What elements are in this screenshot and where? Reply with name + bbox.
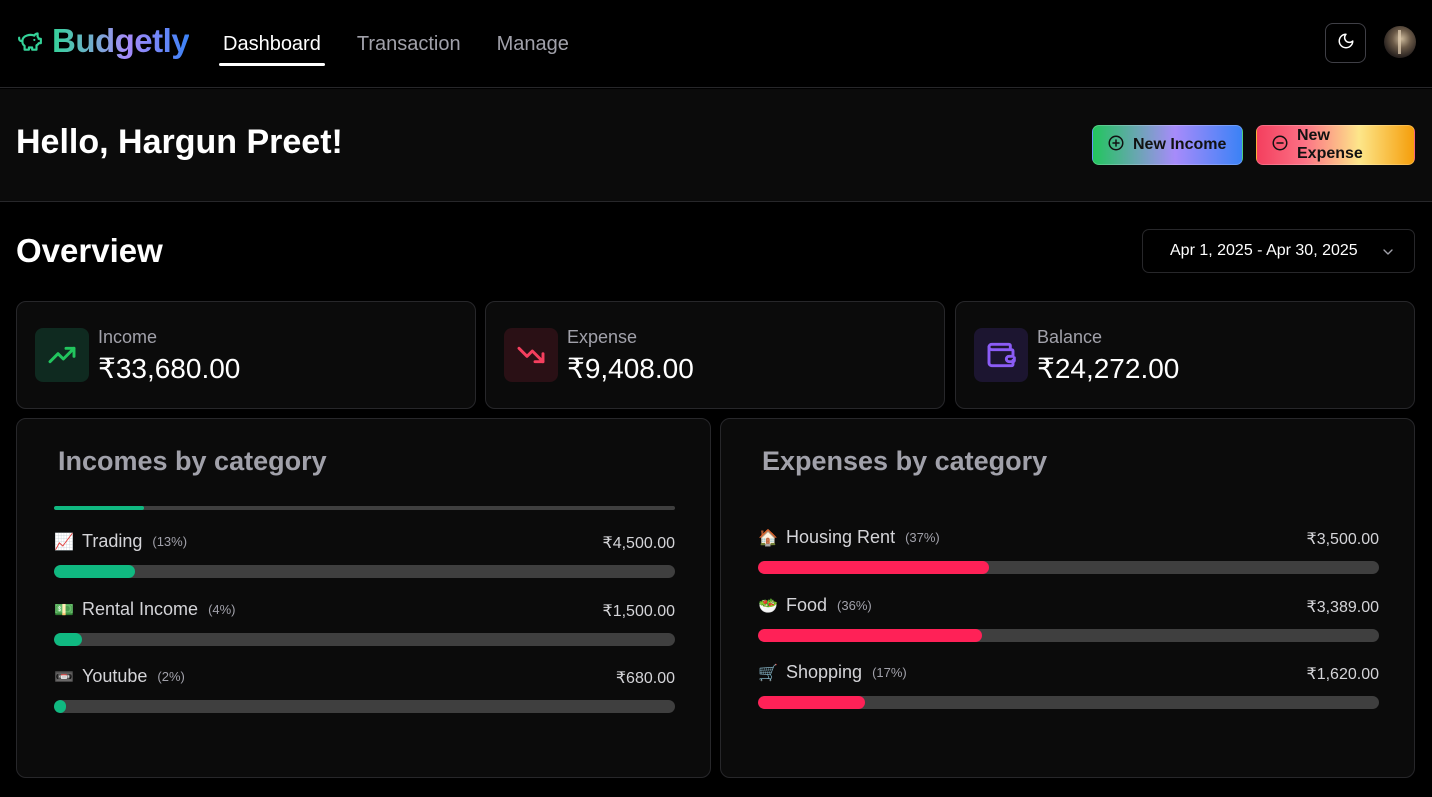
tab-transaction[interactable]: Transaction	[353, 0, 465, 88]
income-category-row: 💵 Rental Income (4%) ₹1,500.00	[54, 599, 675, 649]
category-amount: ₹1,620.00	[1306, 666, 1379, 683]
progress-track	[758, 696, 1379, 709]
avatar[interactable]	[1384, 26, 1416, 58]
balance-stat-label: Balance	[1037, 327, 1103, 347]
income-category-row: 📈 Trading (13%) ₹4,500.00	[54, 531, 675, 581]
category-amount: ₹3,389.00	[1306, 599, 1379, 616]
category-name: Youtube	[82, 666, 148, 686]
category-amount: ₹680.00	[615, 670, 675, 687]
progress-track	[758, 629, 1379, 642]
category-name: Housing Rent	[786, 527, 896, 547]
income-stat-card: Income ₹33,680.00	[16, 301, 476, 409]
tab-manage[interactable]: Manage	[493, 0, 573, 88]
income-category-row: 📼 Youtube (2%) ₹680.00	[54, 666, 675, 716]
progress-fill	[758, 696, 865, 709]
date-range-picker[interactable]: Apr 1, 2025 - Apr 30, 2025	[1142, 229, 1415, 273]
plus-circle-icon	[1107, 134, 1125, 157]
category-amount: ₹3,500.00	[1306, 531, 1379, 548]
incomes-by-category-panel: Incomes by category 📈 Trading (13%) ₹4,5…	[16, 418, 711, 778]
expense-category-row: 🥗 Food (36%) ₹3,389.00	[758, 595, 1379, 645]
moon-icon	[1337, 32, 1355, 55]
trending-up-icon	[35, 328, 89, 382]
expenses-panel-title: Expenses by category	[762, 446, 1048, 476]
trending-down-icon	[504, 328, 558, 382]
category-name: Trading	[82, 531, 143, 551]
expense-category-row: 🛒 Shopping (17%) ₹1,620.00	[758, 662, 1379, 712]
category-name: Food	[786, 595, 828, 615]
progress-track	[758, 561, 1379, 574]
expenses-by-category-panel: Expenses by category 🏠 Housing Rent (37%…	[720, 418, 1415, 778]
income-stat-label: Income	[98, 327, 158, 347]
scroll-indicator[interactable]	[54, 506, 675, 510]
wallet-icon	[974, 328, 1028, 382]
expense-stat-value: ₹9,408.00	[567, 353, 694, 384]
overview-title: Overview	[16, 232, 163, 269]
balance-stat-value: ₹24,272.00	[1037, 353, 1180, 384]
greeting-bar: Hello, Hargun Preet! New Income New Expe…	[0, 89, 1432, 202]
minus-circle-icon	[1271, 134, 1289, 157]
category-name: Rental Income	[82, 599, 199, 619]
progress-fill	[54, 633, 82, 646]
piggy-bank-icon	[16, 27, 44, 55]
category-amount: ₹4,500.00	[602, 535, 675, 552]
chart-emoji-icon: 📈	[54, 533, 74, 551]
category-percent: (4%)	[208, 602, 236, 617]
videotape-emoji-icon: 📼	[54, 668, 74, 686]
income-stat-value: ₹33,680.00	[98, 353, 241, 384]
greeting-title: Hello, Hargun Preet!	[16, 123, 343, 161]
top-nav: Budgetly Dashboard Transaction Manage	[0, 0, 1432, 88]
house-emoji-icon: 🏠	[758, 529, 778, 547]
category-name: Shopping	[786, 662, 863, 682]
new-expense-label: New Expense	[1297, 127, 1363, 162]
category-percent: (17%)	[872, 665, 907, 680]
logo[interactable]: Budgetly	[16, 22, 190, 60]
app-name: Budgetly	[52, 22, 190, 59]
chevron-down-icon	[1380, 244, 1396, 265]
progress-track	[54, 700, 675, 713]
cart-emoji-icon: 🛒	[758, 664, 778, 682]
balance-stat-card: Balance ₹24,272.00	[955, 301, 1415, 409]
incomes-panel-title: Incomes by category	[58, 446, 327, 476]
new-income-button[interactable]: New Income	[1092, 125, 1243, 165]
salad-emoji-icon: 🥗	[758, 597, 778, 615]
category-percent: (37%)	[905, 530, 940, 545]
progress-fill	[758, 629, 982, 642]
expense-stat-label: Expense	[567, 327, 638, 347]
progress-fill	[54, 565, 135, 578]
expense-category-row: 🏠 Housing Rent (37%) ₹3,500.00	[758, 527, 1379, 577]
date-range-value: Apr 1, 2025 - Apr 30, 2025	[1170, 242, 1358, 259]
category-percent: (2%)	[157, 669, 185, 684]
nav-tabs: Dashboard Transaction Manage	[219, 0, 601, 88]
category-percent: (13%)	[152, 534, 188, 549]
tab-dashboard[interactable]: Dashboard	[219, 0, 325, 88]
category-percent: (36%)	[837, 598, 872, 613]
progress-track	[54, 565, 675, 578]
category-amount: ₹1,500.00	[602, 603, 675, 620]
progress-fill	[54, 700, 67, 713]
progress-track	[54, 633, 675, 646]
money-emoji-icon: 💵	[54, 601, 74, 619]
new-expense-button[interactable]: New Expense	[1256, 125, 1415, 165]
theme-toggle-button[interactable]	[1325, 23, 1366, 63]
new-income-label: New Income	[1133, 136, 1227, 153]
expense-stat-card: Expense ₹9,408.00	[485, 301, 945, 409]
progress-fill	[758, 561, 989, 574]
